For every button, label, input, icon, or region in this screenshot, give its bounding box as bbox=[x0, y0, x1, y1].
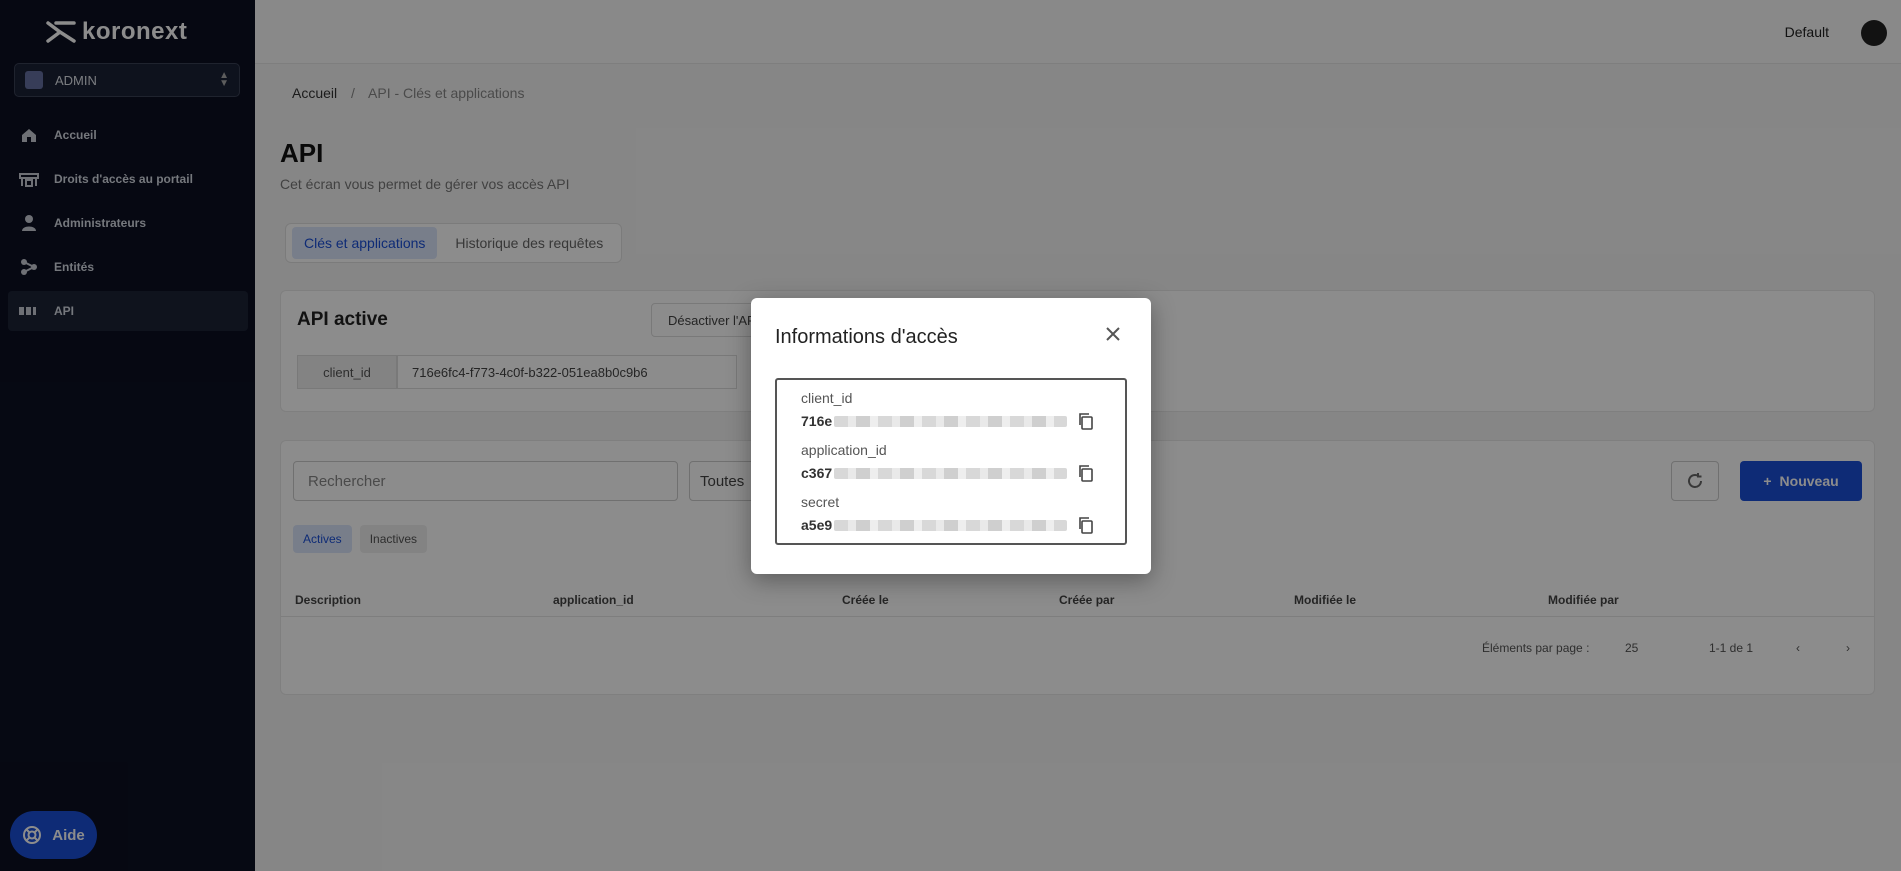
credential-application-id: application_id c367 bbox=[801, 442, 1111, 482]
credential-value: a5e9 bbox=[801, 517, 833, 533]
credential-label: application_id bbox=[801, 442, 887, 458]
copy-icon[interactable] bbox=[1077, 516, 1095, 534]
credential-label: secret bbox=[801, 494, 840, 510]
credential-secret: secret a5e9 bbox=[801, 494, 1111, 534]
credentials-box: client_id 716e application_id c367 secre… bbox=[775, 378, 1127, 545]
redacted-value bbox=[834, 519, 1068, 531]
dialog-title: Informations d'accès bbox=[775, 326, 958, 348]
credential-client-id: client_id 716e bbox=[801, 390, 1111, 430]
credential-label: client_id bbox=[801, 390, 853, 406]
credential-value: 716e bbox=[801, 413, 833, 429]
access-info-dialog: Informations d'accès client_id 716e appl… bbox=[751, 298, 1151, 574]
credential-value: c367 bbox=[801, 465, 833, 481]
copy-icon[interactable] bbox=[1077, 464, 1095, 482]
close-button[interactable] bbox=[1101, 322, 1125, 346]
copy-icon[interactable] bbox=[1077, 412, 1095, 430]
redacted-value bbox=[834, 415, 1068, 427]
close-icon bbox=[1106, 327, 1120, 341]
redacted-value bbox=[834, 467, 1068, 479]
